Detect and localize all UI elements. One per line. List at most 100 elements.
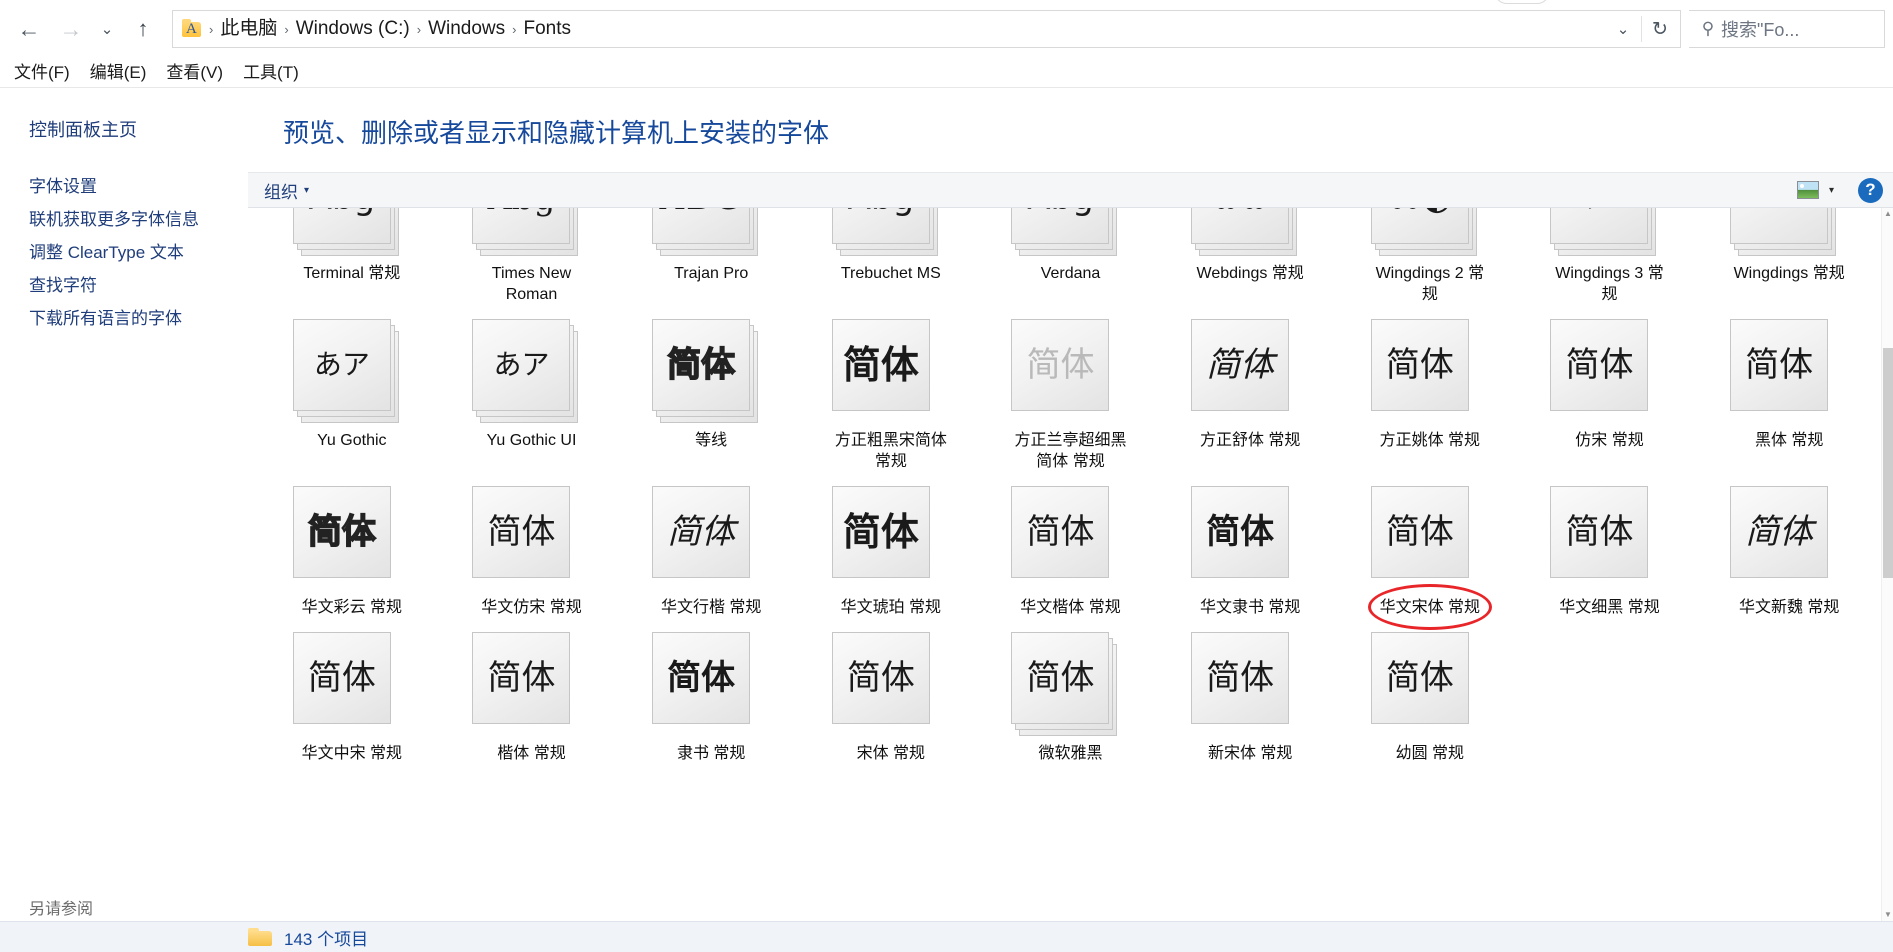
font-tile-label: Trajan Pro: [674, 265, 749, 282]
font-tile-label: 新宋体 常规: [1207, 745, 1293, 762]
scroll-down-icon[interactable]: ▼: [1882, 909, 1893, 921]
organize-button[interactable]: 组织 ▾: [264, 178, 309, 203]
sidebar-item-get-more-fonts-online[interactable]: 联机获取更多字体信息: [29, 203, 241, 236]
font-preview-thumbnail: 简体: [831, 632, 950, 736]
font-sheet-front: 简体: [1011, 632, 1110, 724]
font-preview-sample: ❀✿: [1212, 208, 1269, 215]
font-tile-label: 宋体 常规: [856, 745, 926, 762]
font-tile[interactable]: 简体宋体 常规: [801, 628, 981, 774]
font-tile-label: Yu Gothic: [317, 432, 387, 449]
font-tile-label: 方正粗黑宋简体 常规: [834, 432, 947, 470]
font-tile[interactable]: 简体 方正粗黑宋简体 常规: [801, 315, 981, 482]
search-box[interactable]: ⚲ 搜索"Fo...: [1689, 10, 1885, 48]
search-input-placeholder[interactable]: 搜索"Fo...: [1721, 16, 1799, 42]
font-sheet-front: 简体: [652, 486, 751, 578]
breadcrumb-item-0[interactable]: 此电脑: [215, 17, 282, 41]
font-preview-sample: 简体: [1565, 345, 1634, 385]
font-tile[interactable]: 简体 黑体 常规: [1699, 315, 1879, 482]
font-preview-thumbnail: 简体: [652, 632, 770, 736]
font-tile[interactable]: 简体 华文中宋 常规: [262, 628, 442, 774]
font-tile[interactable]: 简体 楷体 常规: [442, 628, 622, 774]
font-tile-label: Wingdings 2 常规: [1375, 265, 1485, 303]
font-tile[interactable]: あア Yu Gothic UI: [442, 315, 622, 482]
font-tile[interactable]: 简体 等线: [621, 315, 801, 482]
font-tile[interactable]: ABG Trajan Pro: [621, 208, 801, 315]
font-tile[interactable]: 简体 仿宋 常规: [1520, 315, 1700, 482]
sidebar-item-control-panel-home[interactable]: 控制面板主页: [29, 116, 241, 142]
font-preview-thumbnail: 简体: [1011, 486, 1129, 590]
breadcrumb-item-2[interactable]: Windows: [423, 17, 510, 41]
scroll-up-icon[interactable]: ▲: [1882, 208, 1893, 220]
font-tile-label: Yu Gothic UI: [486, 432, 577, 449]
font-preview-sample: 简体: [1206, 512, 1275, 552]
menu-edit[interactable]: 编辑(E): [80, 62, 157, 84]
font-tile-label: 华文彩云 常规: [301, 599, 403, 616]
font-tile[interactable]: 简体 华文宋体 常规: [1340, 482, 1520, 630]
sidebar-item-adjust-cleartype-text[interactable]: 调整 ClearType 文本: [29, 236, 241, 269]
help-button[interactable]: ?: [1858, 177, 1883, 203]
font-preview-thumbnail: Abg: [472, 208, 590, 256]
address-dropdown-icon[interactable]: ⌄: [1605, 11, 1641, 47]
font-tile[interactable]: ⌘◐ Wingdings 2 常规: [1340, 208, 1520, 315]
font-tile[interactable]: 简体 华文细黑 常规: [1520, 482, 1700, 628]
font-sheet-front: ❀✿: [1191, 208, 1290, 244]
view-chevron-down-icon[interactable]: ▾: [1829, 185, 1834, 196]
font-tile[interactable]: 简体 华文隶书 常规: [1160, 482, 1340, 628]
font-sheet-front: 简体: [292, 632, 391, 724]
folder-letter-glyph: A: [186, 21, 197, 37]
font-tile-label: Webdings 常规: [1196, 265, 1304, 282]
menu-tools[interactable]: 工具(T): [233, 62, 309, 84]
vertical-scrollbar[interactable]: ▲ ▼: [1881, 208, 1893, 921]
font-preview-thumbnail: あア: [472, 319, 590, 423]
font-tile[interactable]: 简体 隶书 常规: [621, 628, 801, 774]
recent-locations-button[interactable]: ⌄: [92, 9, 122, 49]
font-tile[interactable]: 简体 新宋体 常规: [1160, 628, 1340, 774]
font-tile[interactable]: 简体 幼圆 常规: [1340, 628, 1520, 774]
font-tile[interactable]: ➤ Wingdings 3 常规: [1520, 208, 1700, 315]
font-tile[interactable]: 简体 华文琥珀 常规: [801, 482, 981, 628]
font-tile[interactable]: ❀✿ Webdings 常规: [1160, 208, 1340, 315]
font-tile[interactable]: 简体 方正姚体 常规: [1340, 315, 1520, 482]
font-preview-sample: 简体: [1745, 512, 1814, 552]
font-tile[interactable]: 简体 方正舒体 常规: [1160, 315, 1340, 482]
font-tile[interactable]: Abg Trebuchet MS: [801, 208, 981, 315]
menu-bar: 文件(F) 编辑(E) 查看(V) 工具(T): [0, 58, 1893, 88]
font-tile[interactable]: 简体 华文楷体 常规: [981, 482, 1161, 628]
menu-view[interactable]: 查看(V): [156, 62, 233, 84]
font-sheet-front: 简体: [1550, 319, 1649, 411]
font-tile[interactable]: Abg Times New Roman: [442, 208, 622, 315]
address-bar[interactable]: A › 此电脑 › Windows (C:) › Windows › Fonts…: [172, 10, 1681, 48]
font-preview-thumbnail: 简体: [1550, 486, 1668, 590]
font-tile-label: 方正兰亭超细黑简体 常规: [1014, 432, 1127, 470]
breadcrumb-item-1[interactable]: Windows (C:): [291, 17, 415, 41]
up-button[interactable]: ↑: [122, 9, 164, 49]
sidebar-item-find-character[interactable]: 查找字符: [29, 269, 241, 302]
font-preview-sample: 简体: [1565, 512, 1634, 552]
font-preview-sample: ✐✒: [1751, 208, 1808, 215]
forward-button[interactable]: →: [50, 9, 92, 49]
back-button[interactable]: ←: [8, 9, 50, 49]
font-tile[interactable]: Abg Terminal 常规: [262, 208, 442, 315]
font-sheet-front: 简体: [292, 486, 391, 578]
font-tile[interactable]: あア Yu Gothic: [262, 315, 442, 482]
font-tile[interactable]: 简体 华文仿宋 常规: [442, 482, 622, 628]
picture-view-icon[interactable]: [1796, 181, 1819, 199]
font-tile[interactable]: ✐✒ Wingdings 常规: [1699, 208, 1879, 315]
font-sheet-front: 简体: [831, 632, 930, 724]
scrollbar-thumb[interactable]: [1883, 348, 1893, 578]
sidebar-item-font-settings[interactable]: 字体设置: [29, 170, 241, 203]
breadcrumb-item-3[interactable]: Fonts: [518, 17, 576, 41]
font-preview-thumbnail: 简体: [1191, 486, 1309, 590]
font-tile[interactable]: 简体 方正兰亭超细黑简体 常规: [981, 315, 1161, 482]
font-tile[interactable]: Abg Verdana: [981, 208, 1161, 315]
font-preview-thumbnail: 简体: [1191, 632, 1309, 736]
sidebar-item-download-all-language-fonts[interactable]: 下载所有语言的字体: [29, 302, 241, 335]
font-tile[interactable]: 简体华文彩云 常规: [262, 482, 442, 628]
menu-file[interactable]: 文件(F): [4, 62, 80, 84]
refresh-icon[interactable]: ↻: [1642, 11, 1678, 47]
font-tile[interactable]: 简体 华文行楷 常规: [621, 482, 801, 628]
font-tile[interactable]: 简体 华文新魏 常规: [1699, 482, 1879, 628]
font-tile[interactable]: 简体 微软雅黑: [981, 628, 1161, 774]
font-tile-label: 华文仿宋 常规: [481, 599, 582, 616]
font-tile-label: 楷体 常规: [497, 745, 566, 762]
